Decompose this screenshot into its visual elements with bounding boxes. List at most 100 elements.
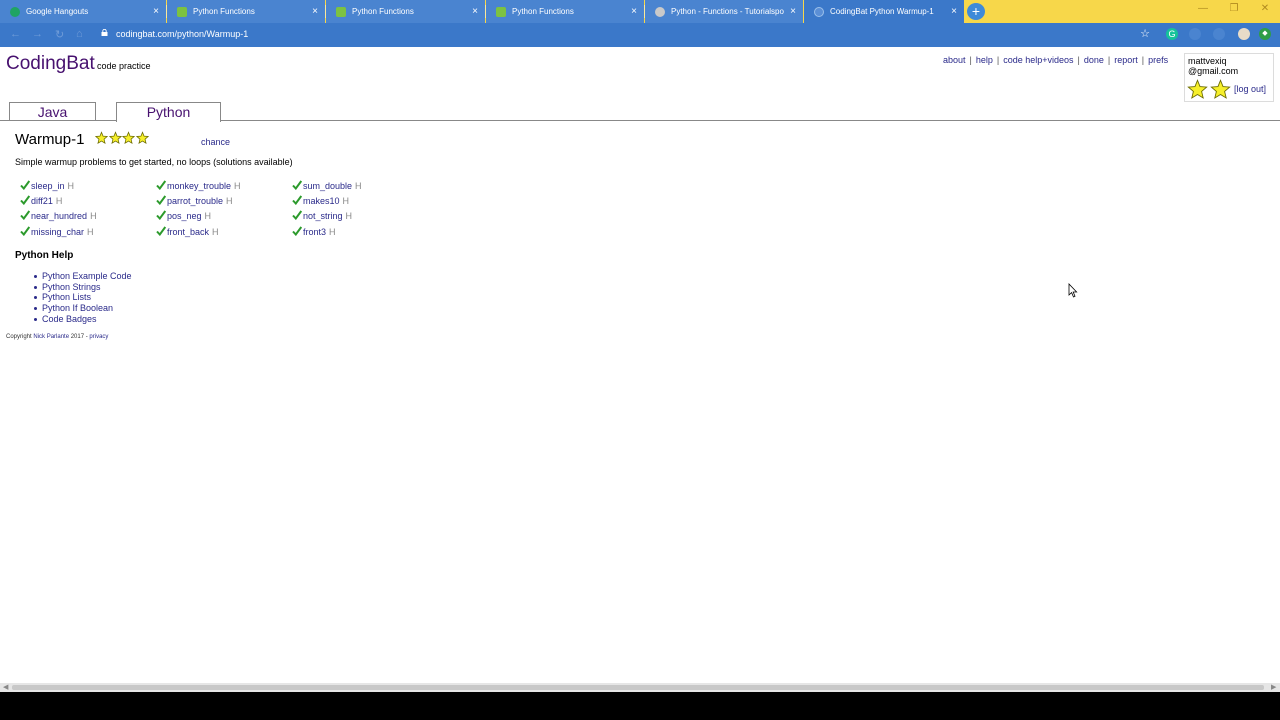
help-link-if-boolean[interactable]: Python If Boolean	[34, 303, 132, 314]
author-link[interactable]: Nick Parlante	[33, 334, 69, 340]
problem-name[interactable]: diff21	[31, 196, 53, 206]
tab-java[interactable]: Java	[9, 102, 96, 121]
prefs-link[interactable]: prefs	[1148, 55, 1168, 65]
hint-marker[interactable]: H	[68, 181, 75, 191]
hint-marker[interactable]: H	[355, 181, 362, 191]
logout-link[interactable]: [log out]	[1234, 84, 1266, 94]
scrollbar-thumb[interactable]	[12, 685, 1264, 690]
tab-title: Python - Functions - Tutorialspo	[671, 7, 784, 16]
help-link-code-badges[interactable]: Code Badges	[34, 314, 132, 325]
minimize-icon[interactable]: —	[1193, 3, 1213, 14]
problem-link[interactable]: missing_char H	[20, 226, 94, 238]
help-link[interactable]: help	[976, 55, 993, 65]
badge-star-icon	[1210, 79, 1231, 99]
problem-name[interactable]: not_string	[303, 211, 343, 221]
problem-link[interactable]: sleep_in H	[20, 180, 74, 192]
about-link[interactable]: about	[943, 55, 966, 65]
check-icon	[292, 180, 302, 190]
tagline: code practice	[97, 61, 151, 71]
problem-name[interactable]: near_hundred	[31, 211, 87, 221]
reload-icon[interactable]: ↻	[55, 28, 64, 41]
problem-name[interactable]: front3	[303, 227, 326, 237]
hint-marker[interactable]: H	[234, 181, 241, 191]
extension-green-icon[interactable]: ◆	[1259, 28, 1271, 40]
problem-name[interactable]: front_back	[167, 227, 209, 237]
user-box: mattvexiq @gmail.com [log out]	[1184, 53, 1274, 102]
help-link-lists[interactable]: Python Lists	[34, 292, 132, 303]
address-bar-url[interactable]: codingbat.com/python/Warmup-1	[116, 29, 248, 39]
hint-marker[interactable]: H	[56, 196, 63, 206]
section-title: Warmup-1	[15, 131, 85, 148]
python-functions-favicon-icon	[177, 6, 187, 17]
code-help-videos-link[interactable]: code help+videos	[1003, 55, 1073, 65]
horizontal-scrollbar[interactable]: ◀ ▶	[0, 683, 1280, 692]
problem-link[interactable]: front3 H	[292, 226, 336, 238]
codingbat-logo[interactable]: CodingBat	[6, 53, 95, 75]
help-link-example-code[interactable]: Python Example Code	[34, 271, 132, 282]
check-icon	[20, 180, 30, 190]
new-tab-button[interactable]: +	[967, 3, 985, 20]
browser-tab-python-functions-3[interactable]: Python Functions ×	[486, 0, 644, 23]
problem-name[interactable]: parrot_trouble	[167, 196, 223, 206]
tab-close-icon[interactable]: ×	[948, 6, 960, 17]
chance-link[interactable]: chance	[201, 137, 230, 147]
user-email: mattvexiq	[1188, 56, 1227, 66]
problem-name[interactable]: sleep_in	[31, 181, 65, 191]
hint-marker[interactable]: H	[346, 211, 353, 221]
problem-link[interactable]: sum_double H	[292, 180, 362, 192]
problem-link[interactable]: pos_neg H	[156, 210, 211, 222]
tab-python[interactable]: Python	[116, 102, 221, 122]
problem-link[interactable]: not_string H	[292, 210, 352, 222]
problem-name[interactable]: sum_double	[303, 181, 352, 191]
browser-tab-python-functions-2[interactable]: Python Functions ×	[326, 0, 485, 23]
hint-marker[interactable]: H	[343, 196, 350, 206]
restore-icon[interactable]: ❐	[1224, 3, 1244, 14]
browser-tab-tutorialspoint[interactable]: Python - Functions - Tutorialspo ×	[645, 0, 803, 23]
browser-tab-python-functions-1[interactable]: Python Functions ×	[167, 0, 325, 23]
difficulty-star-icon	[135, 131, 149, 145]
bookmark-star-icon[interactable]: ☆	[1139, 28, 1151, 40]
user-email-domain: @gmail.com	[1188, 66, 1239, 76]
codingbat-favicon-icon	[814, 6, 824, 17]
help-link-strings[interactable]: Python Strings	[34, 282, 132, 293]
problem-name[interactable]: missing_char	[31, 227, 84, 237]
tab-close-icon[interactable]: ×	[469, 6, 481, 17]
difficulty-star-icon	[108, 131, 122, 145]
tab-close-icon[interactable]: ×	[309, 6, 321, 17]
problem-name[interactable]: pos_neg	[167, 211, 202, 221]
extension-icon[interactable]	[1189, 28, 1201, 40]
profile-avatar-icon[interactable]	[1238, 28, 1250, 40]
hint-marker[interactable]: H	[87, 227, 94, 237]
hint-marker[interactable]: H	[329, 227, 336, 237]
hint-marker[interactable]: H	[226, 196, 233, 206]
hint-marker[interactable]: H	[90, 211, 97, 221]
hint-marker[interactable]: H	[212, 227, 219, 237]
problem-link[interactable]: near_hundred H	[20, 210, 97, 222]
problem-name[interactable]: makes10	[303, 196, 340, 206]
home-icon[interactable]: ⌂	[76, 28, 83, 40]
scroll-left-icon[interactable]: ◀	[3, 683, 8, 692]
problem-link[interactable]: makes10 H	[292, 195, 349, 207]
hint-marker[interactable]: H	[205, 211, 212, 221]
tab-close-icon[interactable]: ×	[628, 6, 640, 17]
grammarly-extension-icon[interactable]: G	[1166, 28, 1178, 40]
close-window-icon[interactable]: ✕	[1255, 3, 1275, 14]
problem-link[interactable]: front_back H	[156, 226, 219, 238]
extension-icon[interactable]	[1213, 28, 1225, 40]
privacy-link[interactable]: privacy	[89, 334, 108, 340]
problem-link[interactable]: diff21 H	[20, 195, 62, 207]
browser-tab-hangouts[interactable]: Google Hangouts ×	[0, 0, 166, 23]
forward-arrow-icon[interactable]: →	[32, 28, 43, 40]
problem-link[interactable]: monkey_trouble H	[156, 180, 241, 192]
tab-close-icon[interactable]: ×	[787, 6, 799, 17]
done-link[interactable]: done	[1084, 55, 1104, 65]
problem-name[interactable]: monkey_trouble	[167, 181, 231, 191]
scroll-right-icon[interactable]: ▶	[1271, 683, 1276, 692]
report-link[interactable]: report	[1114, 55, 1138, 65]
problem-link[interactable]: parrot_trouble H	[156, 195, 233, 207]
check-icon	[292, 226, 302, 236]
tab-close-icon[interactable]: ×	[150, 6, 162, 17]
lock-icon	[101, 29, 108, 36]
back-arrow-icon[interactable]: ←	[10, 28, 21, 40]
browser-tab-codingbat[interactable]: CodingBat Python Warmup-1 ×	[804, 0, 964, 23]
